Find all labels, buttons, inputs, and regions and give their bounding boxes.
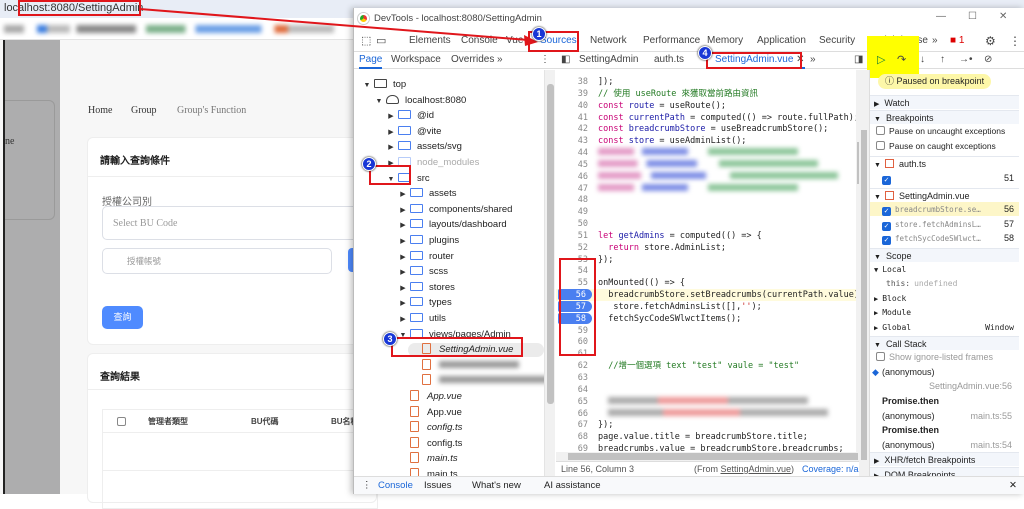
arrow-line [139,8,529,41]
annotation-badge: 4 [698,46,712,60]
annotation-box-file [391,337,523,357]
annotation-badge: 3 [383,332,397,346]
annotation-box-gutter [559,258,596,356]
annotation-box-src [369,165,411,185]
annotation-arrows [139,8,538,46]
annotation-box-url [18,0,141,16]
annotation-badge: 1 [532,27,546,41]
annotation-box-editor-tab [706,52,802,69]
annotation-badge: 2 [362,157,376,171]
